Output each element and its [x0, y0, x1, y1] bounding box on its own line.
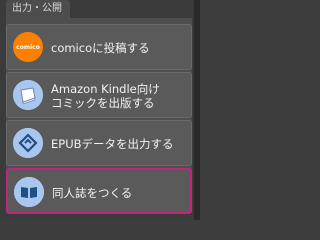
post-to-comico-button[interactable]: comico comicoに投稿する	[6, 24, 192, 70]
comico-logo-text: comico	[16, 43, 40, 51]
export-epub-label: EPUBデータを出力する	[51, 137, 174, 151]
kindle-book-icon	[13, 80, 43, 110]
export-publish-palette: 出力・公開 comico comicoに投稿する Amazon Kindle向け…	[0, 0, 200, 220]
make-doujinshi-label: 同人誌をつくる	[52, 186, 133, 200]
open-book-icon	[14, 177, 44, 207]
publish-kindle-button[interactable]: Amazon Kindle向け コミックを出版する	[6, 72, 192, 118]
tab-export-publish[interactable]: 出力・公開	[6, 0, 70, 18]
post-to-comico-label: comicoに投稿する	[51, 41, 150, 55]
publish-kindle-label: Amazon Kindle向け コミックを出版する	[51, 82, 160, 110]
comico-logo-icon: comico	[13, 32, 43, 62]
export-menu-panel: comico comicoに投稿する Amazon Kindle向け コミックを…	[6, 18, 192, 214]
make-doujinshi-button[interactable]: 同人誌をつくる	[6, 168, 192, 214]
epub-icon	[13, 128, 43, 158]
scrollbar[interactable]	[194, 0, 200, 220]
export-epub-button[interactable]: EPUBデータを出力する	[6, 120, 192, 166]
